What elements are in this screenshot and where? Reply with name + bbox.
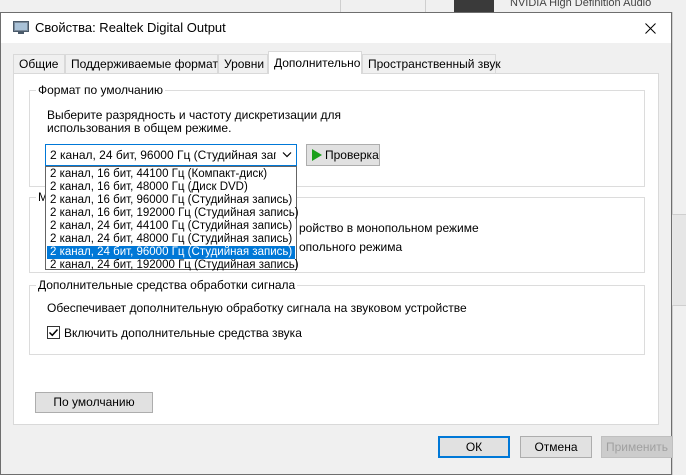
close-icon	[644, 22, 656, 34]
apply-button[interactable]: Применить	[601, 436, 673, 458]
close-button[interactable]	[629, 13, 671, 43]
play-icon	[312, 149, 322, 161]
background-separator	[340, 0, 341, 12]
combobox-selected-value: 2 канал, 24 бит, 96000 Гц (Студийная зап…	[50, 148, 276, 162]
dropdown-option[interactable]: 2 канал, 16 бит, 96000 Гц (Студийная зап…	[47, 194, 295, 207]
format-description-line2: использования в общем режиме.	[47, 121, 232, 135]
speaker-device-icon	[454, 0, 494, 12]
test-button-label: Проверка	[325, 148, 379, 162]
enhancements-group: Дополнительные средства обработки сигнал…	[29, 278, 645, 355]
background-right-block	[672, 214, 686, 306]
sample-rate-combobox[interactable]: 2 канал, 24 бит, 96000 Гц (Студийная зап…	[45, 144, 297, 166]
dropdown-option[interactable]: 2 канал, 16 бит, 192000 Гц (Студийная за…	[47, 207, 299, 220]
dropdown-option[interactable]: 2 канал, 24 бит, 48000 Гц (Студийная зап…	[47, 233, 295, 246]
speaker-icon	[13, 21, 29, 34]
restore-defaults-button[interactable]: По умолчанию	[35, 392, 153, 413]
exclusive-mode-option-1: ройство в монопольном режиме	[299, 221, 479, 235]
dropdown-option[interactable]: 2 канал, 16 бит, 44100 Гц (Компакт-диск)	[47, 168, 295, 181]
dropdown-option[interactable]: 2 канал, 24 бит, 44100 Гц (Студийная зап…	[47, 220, 295, 233]
sample-rate-dropdown-list: 2 канал, 16 бит, 44100 Гц (Компакт-диск)…	[45, 166, 299, 272]
group-legend: Формат по умолчанию	[36, 83, 165, 97]
dropdown-option-selected[interactable]: 2 канал, 24 бит, 96000 Гц (Студийная зап…	[47, 246, 295, 259]
exclusive-mode-option-2: опольного режима	[299, 240, 403, 254]
format-description-line1: Выберите разрядность и частоту дискретиз…	[47, 108, 342, 122]
cancel-button[interactable]: Отмена	[520, 436, 592, 458]
test-button[interactable]: Проверка	[306, 144, 380, 166]
checkmark-icon	[48, 328, 59, 337]
chevron-down-icon	[282, 152, 292, 158]
background-separator	[425, 0, 426, 12]
tab-advanced[interactable]: Дополнительно	[268, 51, 362, 74]
tab-supported-formats[interactable]: Поддерживаемые форматы	[65, 54, 227, 73]
enable-enhancements-checkbox[interactable]	[47, 326, 60, 339]
dropdown-option[interactable]: 2 канал, 16 бит, 48000 Гц (Диск DVD)	[47, 181, 295, 194]
tab-levels[interactable]: Уровни	[218, 54, 268, 73]
background-device-label: NVIDIA High Definition Audio	[510, 0, 652, 9]
properties-dialog: Свойства: Realtek Digital Output Общие П…	[0, 12, 673, 475]
enable-enhancements-label[interactable]: Включить дополнительные средства звука	[64, 326, 302, 340]
title-bar[interactable]: Свойства: Realtek Digital Output	[1, 13, 671, 43]
tab-general[interactable]: Общие	[13, 54, 65, 73]
window-title: Свойства: Realtek Digital Output	[35, 20, 226, 35]
tab-spatial-sound[interactable]: Пространственный звук	[362, 54, 501, 73]
group-legend: Дополнительные средства обработки сигнал…	[36, 278, 298, 292]
dropdown-option[interactable]: 2 канал, 24 бит, 192000 Гц (Студийная за…	[47, 259, 299, 272]
enhancements-description: Обеспечивает дополнительную обработку си…	[47, 301, 467, 315]
ok-button[interactable]: ОК	[438, 436, 510, 458]
